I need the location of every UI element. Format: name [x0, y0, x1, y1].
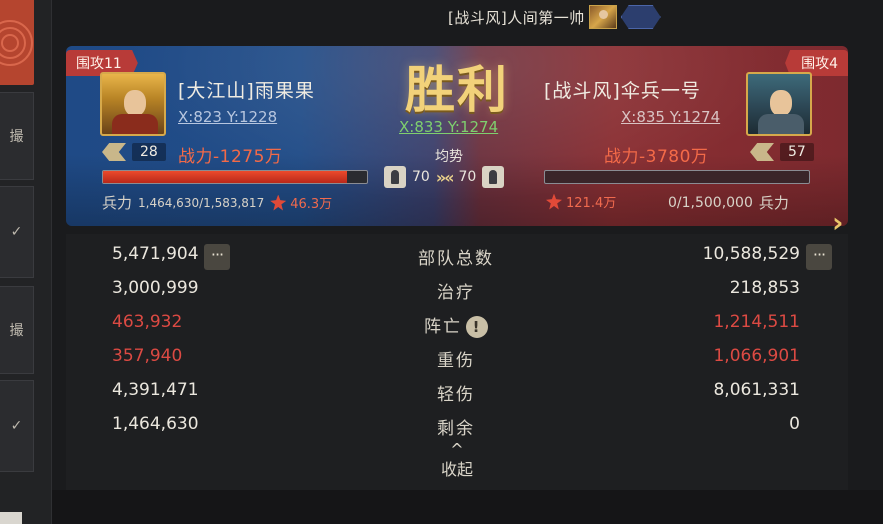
stats-row-remaining: 1,464,630 剩余 0 — [66, 408, 848, 442]
collapse-button[interactable]: ^ 收起 — [434, 440, 480, 480]
troops-label: 兵力 — [758, 194, 789, 212]
check-icon: ✓ — [10, 418, 23, 434]
avatar-body — [758, 114, 804, 134]
attacker-troop-bar — [102, 170, 368, 184]
attacker-hurt: 46.3万 — [270, 193, 332, 212]
row-label: 重伤 — [437, 351, 475, 371]
side-tab-2[interactable]: ✓ — [0, 186, 34, 278]
troops-label: 兵力 — [102, 194, 133, 212]
defender-value: 8,061,331 — [713, 380, 800, 400]
attacker-avatar[interactable] — [100, 72, 166, 136]
row-label: 轻伤 — [437, 385, 475, 405]
attacker-details-button[interactable]: ··· — [204, 244, 230, 270]
defender-hurt-row: 121.4万 — [546, 192, 616, 211]
side-tab-1[interactable]: 撮 — [0, 92, 34, 180]
level-icon — [750, 143, 774, 161]
battle-summary-panel: 围攻11 围攻4 [大江山]雨果果 [战斗风]伞兵一号 X:823 Y:1228… — [66, 46, 848, 226]
defender-name: [战斗风]伞兵一号 — [544, 80, 701, 102]
row-label: 阵亡! — [410, 312, 502, 338]
defender-level-value: 57 — [780, 143, 814, 161]
attacker-name: [大江山]雨果果 — [178, 80, 315, 102]
defender-troops: 0/1,500,000 兵力 — [668, 192, 789, 213]
corner-tile — [0, 512, 22, 524]
chevron-up-icon: ^ — [450, 440, 464, 459]
menu-tile[interactable] — [0, 0, 34, 85]
attacker-value: 463,932 — [112, 312, 183, 332]
defender-value: 0 — [789, 414, 800, 434]
defender-value: 1,066,901 — [713, 346, 800, 366]
stats-row-severe: 357,940 重伤 1,066,901 — [66, 340, 848, 374]
row-label: 治疗 — [437, 283, 475, 303]
general-portrait-icon — [588, 5, 617, 29]
avatar-face — [770, 90, 792, 116]
attacker-troops: 兵力 1,464,630/1,583,817 46.3万 — [102, 192, 332, 213]
info-icon[interactable]: ! — [466, 316, 488, 338]
versus-arrows-icon: »« — [435, 167, 455, 187]
wound-icon — [546, 193, 562, 210]
stats-row-dead: 463,932 阵亡! 1,214,511 — [66, 306, 848, 340]
defender-hurt-value: 121.4万 — [566, 196, 617, 211]
defender-troops-value: 0/1,500,000 — [668, 194, 753, 211]
defender-value: 10,588,529 — [702, 244, 800, 264]
attacker-troops-value: 1,464,630/1,583,817 — [138, 195, 265, 210]
battle-stats-table: 5,471,904 ··· 部队总数 10,588,529 ··· 3,000,… — [66, 234, 848, 490]
balance-label: 均势 — [435, 149, 463, 165]
left-sidebar: 撮 ✓ 撮 ✓ — [0, 0, 52, 524]
stats-row-light: 4,391,471 轻伤 8,061,331 — [66, 374, 848, 408]
attacker-level: 28 — [102, 142, 166, 162]
victory-title: 胜利 — [405, 60, 509, 119]
defender-header[interactable]: [战斗风]人间第一帅 — [448, 4, 661, 30]
side-tab-label: 撮 — [9, 323, 24, 339]
morale-comparison: 70 »« 70 — [384, 164, 505, 190]
defender-coord-link[interactable]: X:835 Y:1274 — [621, 108, 720, 126]
attacker-level-value: 28 — [132, 143, 166, 161]
attacker-coord-link[interactable]: X:823 Y:1228 — [178, 108, 277, 126]
attacker-value: 357,940 — [112, 346, 183, 366]
bottom-bar — [52, 490, 883, 524]
defender-details-button[interactable]: ··· — [806, 244, 832, 270]
defender-value: 1,214,511 — [713, 312, 800, 332]
spiral-emblem-icon — [0, 20, 33, 66]
check-icon: ✓ — [10, 224, 23, 240]
defender-power: 战力-3780万 — [604, 147, 709, 167]
row-label: 部队总数 — [418, 249, 494, 269]
stats-row-heal: 3,000,999 治疗 218,853 — [66, 272, 848, 306]
avatar-face — [124, 90, 146, 116]
side-tab-label: 撮 — [9, 129, 24, 145]
attacker-hurt-value: 46.3万 — [290, 197, 333, 212]
defender-value: 218,853 — [729, 278, 800, 298]
attacker-value: 4,391,471 — [112, 380, 199, 400]
defender-troop-bar — [544, 170, 810, 184]
stats-row-total: 5,471,904 ··· 部队总数 10,588,529 ··· — [66, 238, 848, 272]
wound-icon — [270, 194, 287, 211]
attacker-value: 3,000,999 — [112, 278, 199, 298]
defender-morale: 70 — [458, 169, 477, 185]
battle-coord-link[interactable]: X:833 Y:1274 — [399, 118, 498, 136]
defender-level: 57 — [750, 142, 814, 162]
attacker-value: 1,464,630 — [112, 414, 199, 434]
side-tab-4[interactable]: ✓ — [0, 380, 34, 472]
attacker-morale: 70 — [412, 169, 430, 185]
avatar-body — [112, 114, 158, 134]
soldier-icon — [384, 166, 406, 188]
defender-hurt: 121.4万 — [546, 192, 616, 211]
level-icon — [102, 143, 126, 161]
row-label-text: 阵亡 — [424, 317, 462, 337]
soldier-icon — [482, 166, 505, 188]
attacker-troop-fill — [103, 171, 348, 183]
defender-avatar[interactable] — [746, 72, 812, 136]
hexagon-badge-icon — [620, 5, 661, 29]
row-label: 剩余 — [437, 419, 475, 439]
side-tab-3[interactable]: 撮 — [0, 286, 34, 374]
collapse-label: 收起 — [440, 460, 473, 479]
header-title: [战斗风]人间第一帅 — [448, 8, 585, 27]
attacker-power: 战力-1275万 — [178, 147, 283, 167]
attacker-value: 5,471,904 — [112, 244, 199, 264]
